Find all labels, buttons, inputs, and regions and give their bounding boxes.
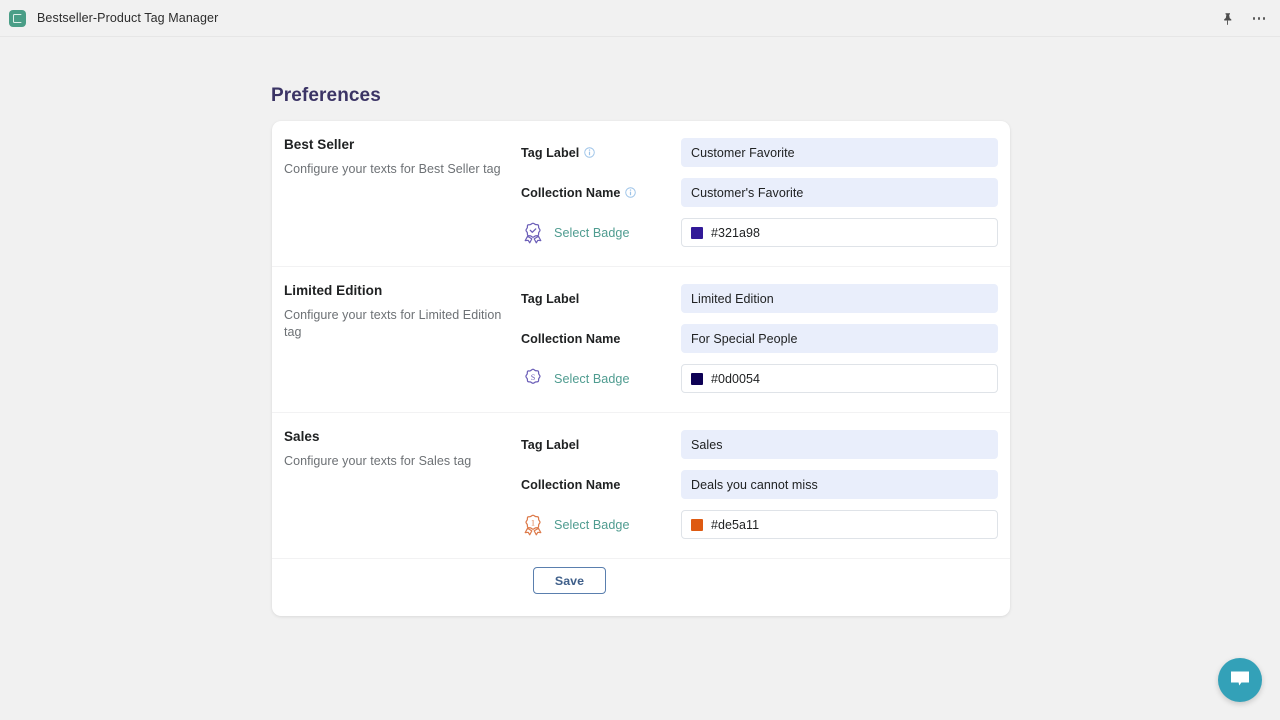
section-info: Sales Configure your texts for Sales tag — [272, 429, 521, 540]
collection-name-label-group: Collection Name — [521, 478, 681, 492]
collection-name-row: Collection Name — [521, 177, 998, 208]
section-fields: Tag Label Collection Name — [521, 137, 1010, 248]
color-hex-value: #0d0054 — [711, 372, 760, 386]
chat-widget-button[interactable] — [1218, 658, 1262, 702]
color-swatch — [691, 519, 703, 531]
color-swatch — [691, 373, 703, 385]
section-title: Sales — [284, 429, 521, 444]
section-description: Configure your texts for Best Seller tag — [284, 161, 521, 178]
tag-label-label: Tag Label — [521, 146, 579, 160]
tag-label-label-group: Tag Label — [521, 146, 681, 160]
collection-name-row: Collection Name — [521, 469, 998, 500]
svg-text:1: 1 — [531, 518, 535, 527]
tag-label-input[interactable] — [681, 430, 998, 459]
select-badge-label: Select Badge — [554, 518, 630, 532]
svg-text:S: S — [531, 372, 536, 381]
tag-label-label-group: Tag Label — [521, 292, 681, 306]
collection-name-label: Collection Name — [521, 186, 620, 200]
color-picker-input[interactable]: #321a98 — [681, 218, 998, 247]
select-badge-button[interactable]: S Select Badge — [521, 367, 681, 391]
titlebar-actions — [1214, 0, 1272, 37]
info-icon[interactable] — [584, 147, 595, 158]
section-best-seller: Best Seller Configure your texts for Bes… — [272, 121, 1010, 267]
chat-bubble-icon — [1229, 670, 1251, 690]
window-title: Bestseller-Product Tag Manager — [37, 11, 218, 25]
collection-name-label-group: Collection Name — [521, 186, 681, 200]
color-picker-input[interactable]: #de5a11 — [681, 510, 998, 539]
section-title: Limited Edition — [284, 283, 521, 298]
tag-label-control — [681, 430, 998, 459]
s-seal-badge-icon: S — [521, 367, 545, 391]
page-body: Preferences Best Seller Configure your t… — [0, 37, 1280, 720]
select-badge-button[interactable]: 1 Select Badge — [521, 513, 681, 537]
app-logo-icon — [9, 10, 26, 27]
section-sales: Sales Configure your texts for Sales tag… — [272, 413, 1010, 559]
tag-label-input[interactable] — [681, 284, 998, 313]
section-fields: Tag Label Collection Name — [521, 429, 1010, 540]
preferences-card: Best Seller Configure your texts for Bes… — [272, 121, 1010, 616]
tag-label-label: Tag Label — [521, 292, 579, 306]
select-badge-label: Select Badge — [554, 372, 630, 386]
collection-name-label: Collection Name — [521, 332, 620, 346]
section-info: Best Seller Configure your texts for Bes… — [272, 137, 521, 248]
section-fields: Tag Label Collection Name — [521, 283, 1010, 394]
collection-name-input[interactable] — [681, 470, 998, 499]
section-title: Best Seller — [284, 137, 521, 152]
section-description: Configure your texts for Limited Edition… — [284, 307, 521, 341]
section-info: Limited Edition Configure your texts for… — [272, 283, 521, 394]
select-badge-button[interactable]: Select Badge — [521, 221, 681, 245]
tag-label-input[interactable] — [681, 138, 998, 167]
section-description: Configure your texts for Sales tag — [284, 453, 521, 470]
collection-name-input[interactable] — [681, 324, 998, 353]
window-titlebar: Bestseller-Product Tag Manager — [0, 0, 1280, 37]
color-picker-input[interactable]: #0d0054 — [681, 364, 998, 393]
badge-color-control: #0d0054 — [681, 364, 998, 393]
tag-label-row: Tag Label — [521, 429, 998, 460]
tag-label-row: Tag Label — [521, 283, 998, 314]
collection-name-control — [681, 324, 998, 353]
more-options-icon[interactable] — [1246, 6, 1272, 32]
color-hex-value: #de5a11 — [711, 518, 759, 532]
collection-name-control — [681, 470, 998, 499]
badge-color-control: #321a98 — [681, 218, 998, 247]
tag-label-control — [681, 138, 998, 167]
badge-row: S Select Badge #0d0054 — [521, 363, 998, 394]
pin-icon[interactable] — [1214, 6, 1240, 32]
color-swatch — [691, 227, 703, 239]
section-limited-edition: Limited Edition Configure your texts for… — [272, 267, 1010, 413]
badge-row: Select Badge #321a98 — [521, 217, 998, 248]
award-check-badge-icon — [521, 221, 545, 245]
collection-name-label-group: Collection Name — [521, 332, 681, 346]
collection-name-label: Collection Name — [521, 478, 620, 492]
tag-label-control — [681, 284, 998, 313]
collection-name-control — [681, 178, 998, 207]
tag-label-row: Tag Label — [521, 137, 998, 168]
collection-name-input[interactable] — [681, 178, 998, 207]
save-row: Save — [272, 559, 1010, 616]
page-title: Preferences — [271, 85, 381, 107]
info-icon[interactable] — [625, 187, 636, 198]
award-number-one-badge-icon: 1 — [521, 513, 545, 537]
badge-row: 1 Select Badge #de5a11 — [521, 509, 998, 540]
select-badge-label: Select Badge — [554, 226, 630, 240]
badge-color-control: #de5a11 — [681, 510, 998, 539]
tag-label-label-group: Tag Label — [521, 438, 681, 452]
collection-name-row: Collection Name — [521, 323, 998, 354]
color-hex-value: #321a98 — [711, 226, 760, 240]
save-button[interactable]: Save — [533, 567, 606, 594]
tag-label-label: Tag Label — [521, 438, 579, 452]
